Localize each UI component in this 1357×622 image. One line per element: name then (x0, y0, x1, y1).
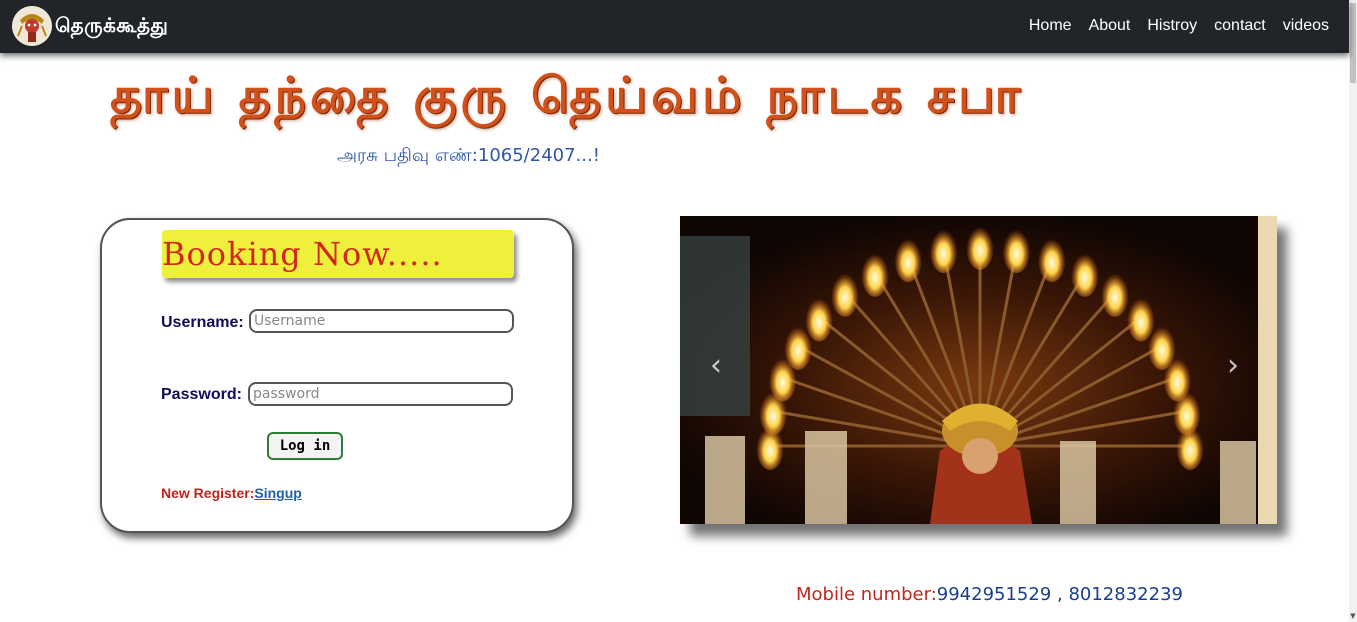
nav-links: Home About Histroy contact videos (1012, 17, 1329, 35)
password-input[interactable] (248, 382, 513, 406)
mobile-label: Mobile number: (796, 584, 937, 605)
booking-login-card: Booking Now..... Username: Password: Log… (100, 218, 574, 533)
nav-contact[interactable]: contact (1214, 17, 1266, 35)
booking-heading-box: Booking Now..... (162, 230, 514, 278)
username-label: Username: (161, 314, 244, 331)
nav-videos[interactable]: videos (1283, 17, 1329, 35)
booking-heading: Booking Now..... (162, 235, 443, 273)
nav-about[interactable]: About (1089, 17, 1131, 35)
scrollbar-thumb[interactable] (1350, 3, 1356, 83)
dancer-figure (930, 403, 1032, 524)
carousel-next-icon[interactable]: › (1227, 348, 1239, 383)
navbar: தெருக்கூத்து Home About Histroy contact … (0, 0, 1349, 53)
brand[interactable]: தெருக்கூத்து (12, 6, 168, 46)
dancer-logo-icon (12, 6, 52, 46)
scroll-down-arrow-icon[interactable]: ▼ (1349, 612, 1357, 620)
fire-dance-photo (680, 216, 1277, 524)
login-button[interactable]: Log in (267, 432, 343, 460)
page-scrollbar[interactable]: ▼ (1349, 0, 1357, 622)
register-line: New Register:Singup (161, 485, 302, 501)
username-input[interactable] (249, 309, 514, 333)
page-title: தாய் தந்தை குரு தெய்வம் நாடக சபா (110, 66, 1025, 124)
signup-link[interactable]: Singup (254, 485, 301, 501)
brand-logo[interactable] (12, 6, 52, 46)
carousel-prev-icon[interactable]: ‹ (710, 348, 722, 383)
brand-name[interactable]: தெருக்கூத்து (55, 13, 168, 40)
register-label: New Register: (161, 485, 255, 501)
nav-history[interactable]: Histroy (1147, 17, 1197, 35)
nav-home[interactable]: Home (1029, 17, 1072, 35)
mobile-value: 9942951529 , 8012832239 (936, 584, 1183, 605)
mobile-number: Mobile number:9942951529 , 8012832239 (796, 584, 1183, 605)
image-carousel[interactable]: ‹ › (680, 216, 1277, 524)
password-label: Password: (161, 386, 242, 403)
registration-number: அரசு பதிவு எண்:1065/2407...! (337, 145, 600, 166)
